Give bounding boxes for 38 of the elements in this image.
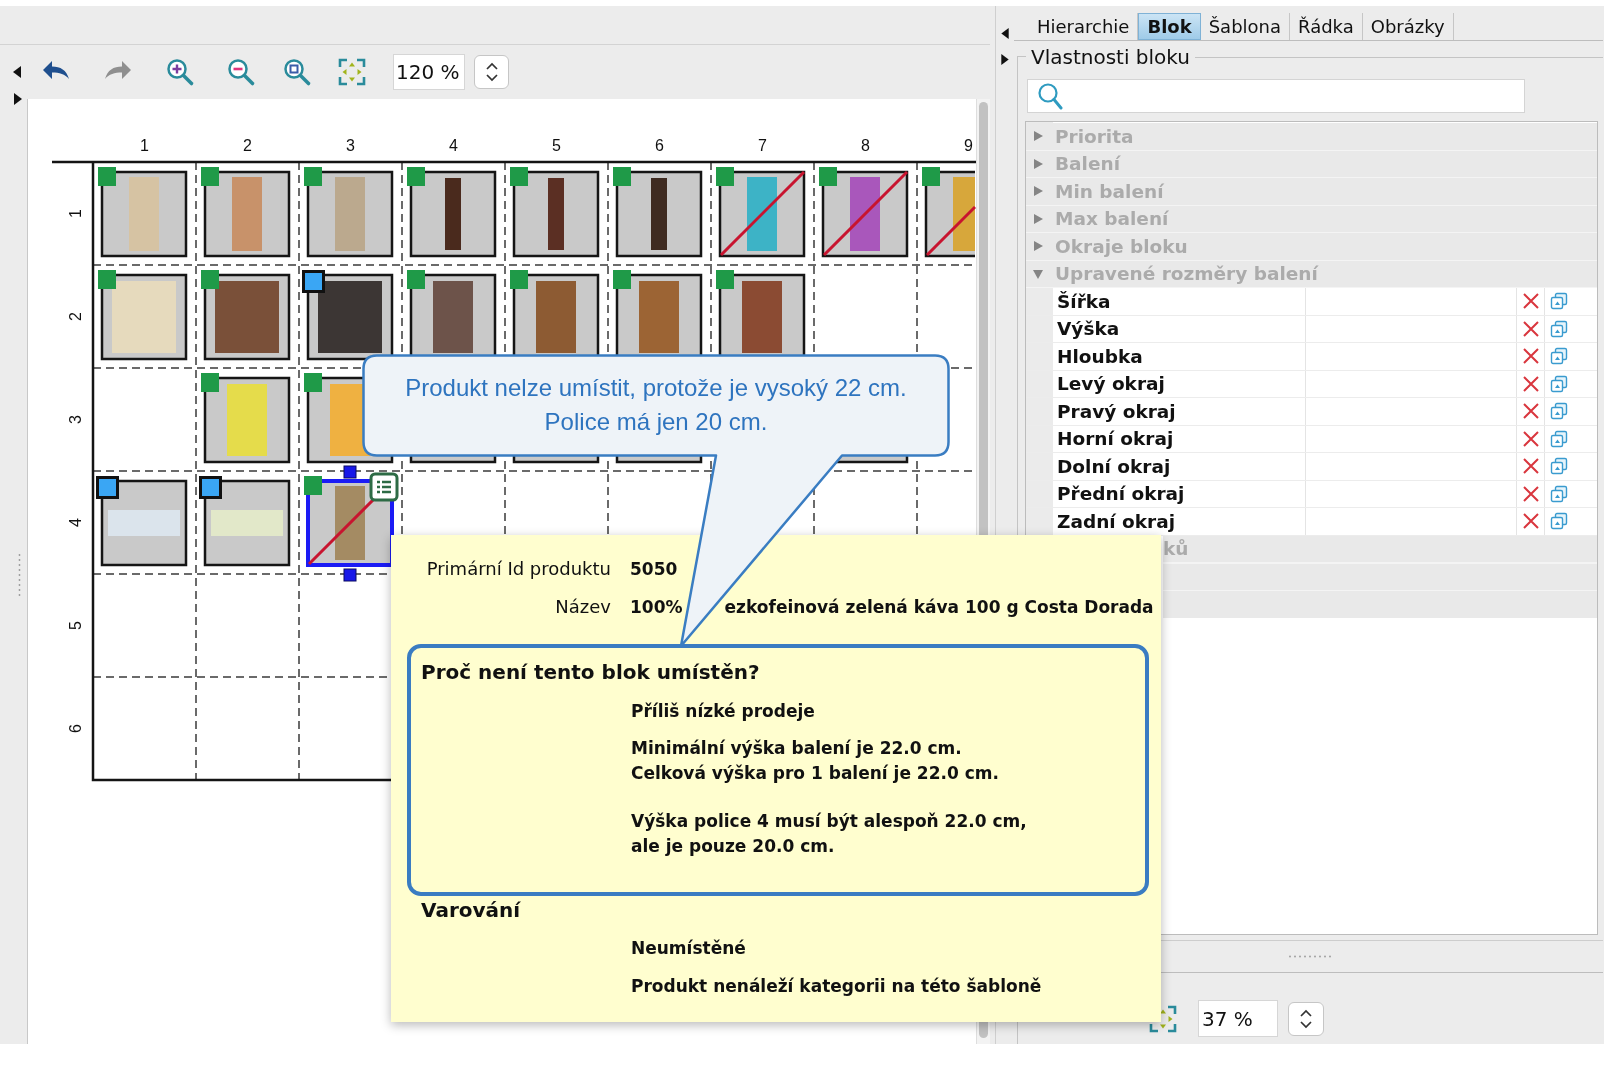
reason-text: Výška police 4 musí být alespoň 22.0 cm, ale je pouze 20.0 cm. (631, 809, 1027, 858)
property-label: Zadní okraj (1057, 510, 1176, 532)
row-number: 2 (66, 312, 84, 321)
property-label: Šířka (1057, 290, 1111, 312)
row-number: 4 (66, 518, 84, 527)
column-number: 2 (243, 136, 252, 154)
column-number: 6 (655, 136, 664, 154)
column-number: 1 (140, 136, 149, 154)
group-title: Vlastnosti bloku (1030, 45, 1191, 69)
row-number: 5 (66, 621, 84, 630)
property-label: Pravý okraj (1057, 400, 1176, 422)
column-number: 5 (552, 136, 561, 154)
column-number: 9 (964, 136, 973, 154)
field-label: Primární Id produktu (426, 558, 611, 580)
field-value: ezkofeinová zelená káva 100 g Costa Dorada (724, 596, 1154, 618)
row-number: 1 (66, 209, 84, 218)
column-number: 8 (861, 136, 870, 154)
column-number: 7 (758, 136, 767, 154)
property-label: Levý okraj (1057, 373, 1165, 395)
row-number: 3 (66, 415, 84, 424)
field-value: 5050 (630, 558, 678, 580)
reason-text: Minimální výška balení je 22.0 cm. Celková výška pro 1 balení je 22.0 cm. (631, 736, 999, 785)
section-heading: Proč není tento blok umístěn? (421, 660, 760, 684)
warning-text: Neumístěné (631, 936, 746, 960)
column-number: 4 (449, 136, 458, 154)
property-label: Horní okraj (1057, 428, 1174, 450)
warning-text: Produkt nenáleží kategorii na této šabloně (631, 975, 1042, 998)
column-number: 3 (346, 136, 355, 154)
callout-text: Produkt nelze umístit, protože je vysoký 22 cm. Police má jen 20 cm. (405, 373, 907, 437)
property-label: Výška (1057, 318, 1120, 340)
field-value: 100% (630, 596, 683, 618)
property-label: Přední okraj (1057, 483, 1185, 505)
section-heading: Varování (421, 898, 521, 922)
row-number: 6 (66, 724, 84, 733)
property-label: Hloubka (1057, 345, 1143, 367)
property-label: Dolní okraj (1057, 455, 1171, 477)
field-label: Název (555, 596, 611, 618)
reason-text: Příliš nízké prodeje (631, 699, 815, 723)
